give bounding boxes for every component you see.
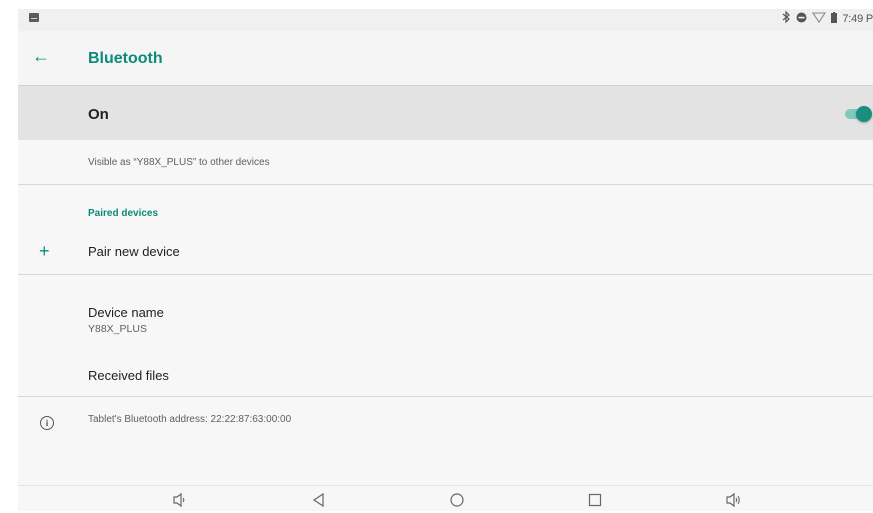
clock: 7:49 P: [842, 12, 873, 25]
toggle-label: On: [88, 106, 109, 123]
status-icons: 7:49 P: [782, 10, 873, 26]
back-arrow-icon[interactable]: ←: [32, 46, 50, 66]
device-name-value: Y88X_PLUS: [88, 323, 147, 335]
volume-up-icon[interactable]: [725, 492, 741, 508]
do-not-disturb-icon: [796, 12, 807, 26]
divider: [18, 274, 873, 275]
bluetooth-switch[interactable]: [845, 106, 873, 122]
app-bar: ← Bluetooth: [18, 31, 873, 86]
info-icon: i: [40, 416, 54, 430]
plus-icon: +: [39, 241, 50, 261]
bluetooth-address-text: Tablet's Bluetooth address: 22:22:87:63:…: [88, 414, 292, 425]
wifi-icon: [812, 11, 827, 26]
divider: [18, 396, 873, 397]
back-nav-icon[interactable]: [311, 492, 327, 508]
bluetooth-toggle-row[interactable]: On: [18, 86, 873, 140]
home-nav-icon[interactable]: [449, 492, 465, 508]
status-bar: 7:49 P: [18, 9, 873, 31]
pair-new-device-item[interactable]: Pair new device: [88, 244, 180, 259]
paired-devices-header: Paired devices: [88, 208, 159, 219]
recents-nav-icon[interactable]: [587, 492, 603, 508]
volume-down-icon[interactable]: [171, 492, 187, 508]
bluetooth-icon: [782, 10, 791, 26]
settings-list: Visible as “Y88X_PLUS” to other devices …: [18, 140, 873, 485]
navigation-bar: [18, 485, 873, 511]
switch-knob: [856, 106, 872, 122]
battery-icon: [831, 11, 838, 26]
device-name-label[interactable]: Device name: [88, 305, 164, 320]
received-files-item[interactable]: Received files: [88, 368, 169, 383]
image-notification-icon: [29, 13, 39, 22]
visibility-text: Visible as “Y88X_PLUS” to other devices: [88, 157, 270, 168]
page-title: Bluetooth: [88, 50, 163, 67]
divider: [18, 184, 873, 185]
